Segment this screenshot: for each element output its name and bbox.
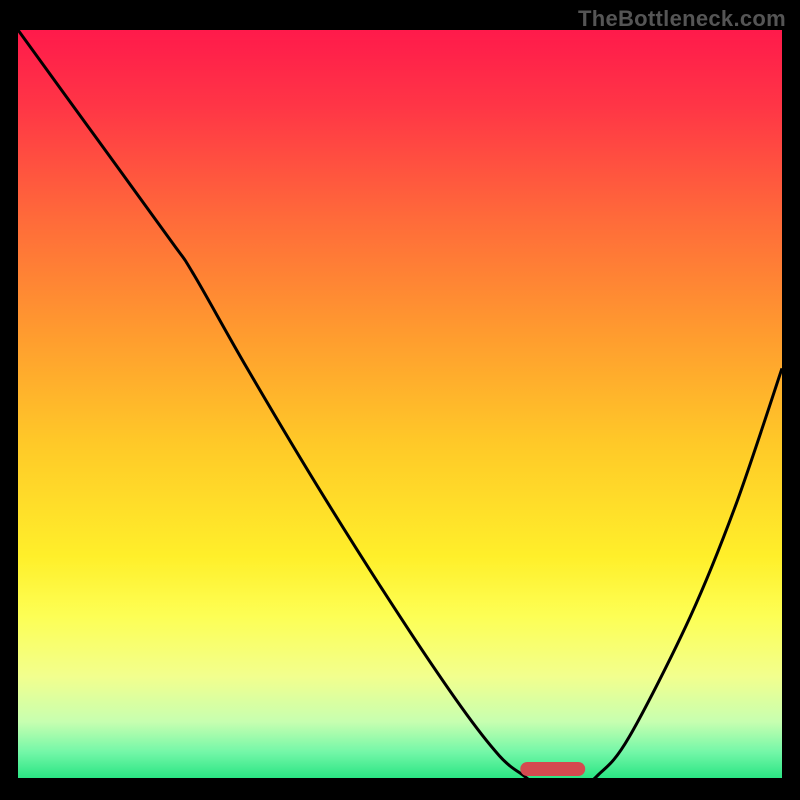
optimal-marker <box>520 762 585 776</box>
baseline <box>18 778 782 782</box>
heat-gradient <box>18 30 782 782</box>
plot-area <box>18 30 782 782</box>
bottleneck-chart <box>18 30 782 782</box>
watermark-text: TheBottleneck.com <box>578 6 786 32</box>
chart-frame: TheBottleneck.com <box>0 0 800 800</box>
